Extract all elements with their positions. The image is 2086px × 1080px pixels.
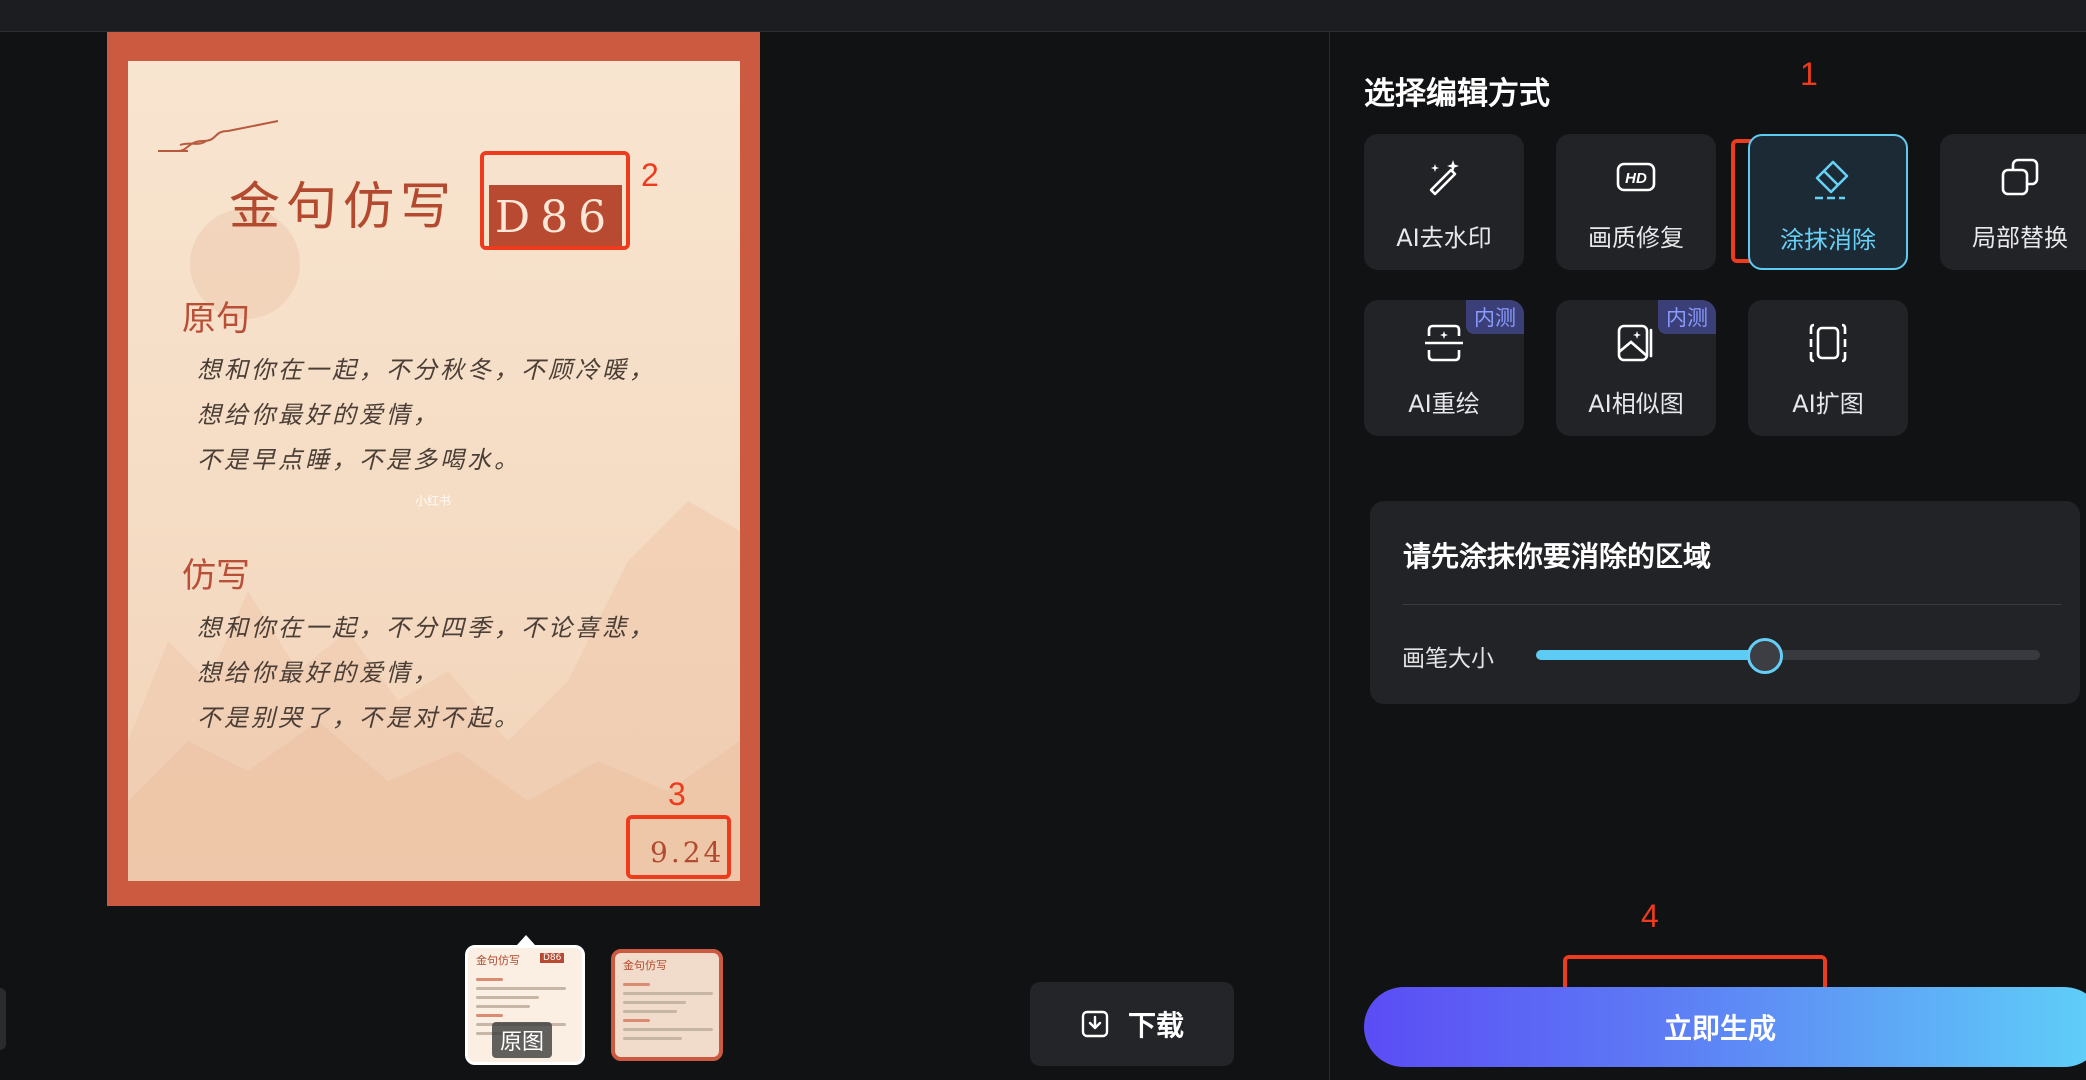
cloud-decoration-icon [158, 120, 279, 152]
thumbnail-original-label: 原图 [492, 1022, 553, 1058]
thumbnail-result[interactable]: 金句仿写 [611, 949, 723, 1061]
tool-ai-redraw[interactable]: 内测 AI重绘 [1364, 300, 1524, 436]
tool-label: 局部替换 [1972, 224, 2068, 252]
redraw-icon [1425, 324, 1463, 362]
poster-image[interactable]: 金句仿写 D86 原句 想和你在一起，不分秋冬，不顾冷暖， 想给你最好的爱情， … [107, 32, 760, 906]
thumbnail-title: 金句仿写 [476, 954, 520, 967]
tool-label: 画质修复 [1588, 224, 1684, 252]
download-button[interactable]: 下载 [1030, 982, 1234, 1066]
annotation-number-1: 1 [1800, 56, 1818, 92]
original-heading: 原句 [182, 299, 250, 339]
thumbnail-result-title: 金句仿写 [623, 959, 667, 972]
annotation-number-4: 4 [1641, 898, 1659, 934]
svg-text:HD: HD [1625, 170, 1647, 187]
annotation-number-2: 2 [641, 157, 659, 193]
beta-badge: 内测 [1658, 300, 1716, 334]
beta-badge: 内测 [1466, 300, 1524, 334]
original-line-1: 想和你在一起，不分秋冬，不顾冷暖， [197, 356, 656, 384]
tool-label: AI相似图 [1588, 390, 1684, 418]
eraser-icon [1815, 160, 1849, 200]
annotation-number-3: 3 [668, 776, 686, 812]
tool-ai-similar-image[interactable]: 内测 AI相似图 [1556, 300, 1716, 436]
generate-label: 立即生成 [1663, 1012, 1776, 1045]
tool-label: 涂抹消除 [1780, 226, 1876, 254]
tool-label: AI重绘 [1408, 390, 1480, 418]
tool-ai-expand[interactable]: AI扩图 [1748, 300, 1908, 436]
rewrite-line-3: 不是别哭了，不是对不起。 [197, 704, 521, 732]
rewrite-heading: 仿写 [182, 556, 250, 596]
tool-label: AI去水印 [1396, 224, 1492, 252]
thumbnail-pointer [517, 935, 535, 945]
erase-instruction: 请先涂抹你要消除的区域 [1403, 540, 1712, 573]
erase-settings-card: 请先涂抹你要消除的区域 画笔大小 [1370, 501, 2080, 704]
rewrite-line-2: 想给你最好的爱情， [197, 659, 440, 687]
tool-partial-replace[interactable]: 局部替换 [1940, 134, 2086, 270]
panel-title: 选择编辑方式 [1364, 76, 1550, 112]
panel-divider [1329, 31, 1330, 1080]
replace-icon [2001, 158, 2039, 196]
hd-icon: HD [1616, 162, 1656, 192]
brush-size-slider[interactable] [1536, 638, 2040, 674]
poster-title: 金句仿写 [229, 178, 458, 237]
brush-size-slider-knob[interactable] [1746, 638, 1783, 674]
similar-image-icon [1617, 324, 1653, 362]
brush-size-slider-fill [1536, 650, 1763, 660]
thumbnail-result-lines [623, 977, 713, 1046]
download-label: 下载 [1127, 1009, 1184, 1042]
rewrite-line-1: 想和你在一起，不分四季，不论喜悲， [197, 614, 656, 642]
magic-wand-icon [1429, 160, 1459, 196]
tool-smear-erase[interactable]: 涂抹消除 [1748, 134, 1908, 270]
download-icon [1081, 1010, 1109, 1038]
tool-label: AI扩图 [1792, 390, 1864, 418]
thumbnail-original[interactable]: 金句仿写 D86 原图 [465, 945, 585, 1065]
thumbnail-tag: D86 [540, 953, 565, 963]
original-line-2: 想给你最好的爱情， [197, 401, 440, 429]
erase-divider [1402, 604, 2062, 605]
annotation-box-3 [626, 815, 731, 879]
expand-icon [1809, 323, 1847, 363]
generate-button[interactable]: 立即生成 [1364, 987, 2086, 1067]
brush-size-label: 画笔大小 [1402, 646, 1494, 672]
left-panel-handle[interactable] [0, 988, 6, 1050]
top-bar [0, 0, 2086, 32]
tool-quality-repair[interactable]: HD 画质修复 [1556, 134, 1716, 270]
watermark-text: 小红书 [415, 494, 452, 508]
annotation-box-2 [480, 151, 630, 250]
tool-ai-watermark-removal[interactable]: AI去水印 [1364, 134, 1524, 270]
original-line-3: 不是早点睡，不是多喝水。 [197, 446, 521, 474]
